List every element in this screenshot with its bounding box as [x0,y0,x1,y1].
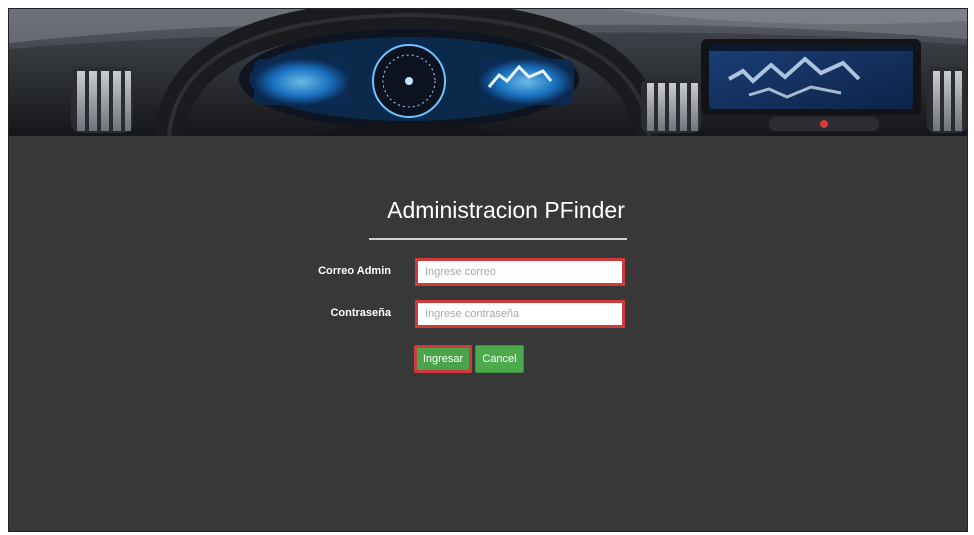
password-input[interactable] [415,300,625,328]
header-banner [9,9,967,136]
email-input[interactable] [415,258,625,286]
email-label: Correo Admin [318,265,391,277]
title-divider [369,238,627,240]
page-title: Administracion PFinder [387,197,625,223]
page-frame: Administracion PFinder Correo Admin Cont… [8,8,968,532]
login-button[interactable]: Ingresar [414,345,472,373]
password-label: Contraseña [330,307,391,319]
cancel-button[interactable]: Cancel [475,345,524,373]
car-dashboard-image [9,9,967,136]
